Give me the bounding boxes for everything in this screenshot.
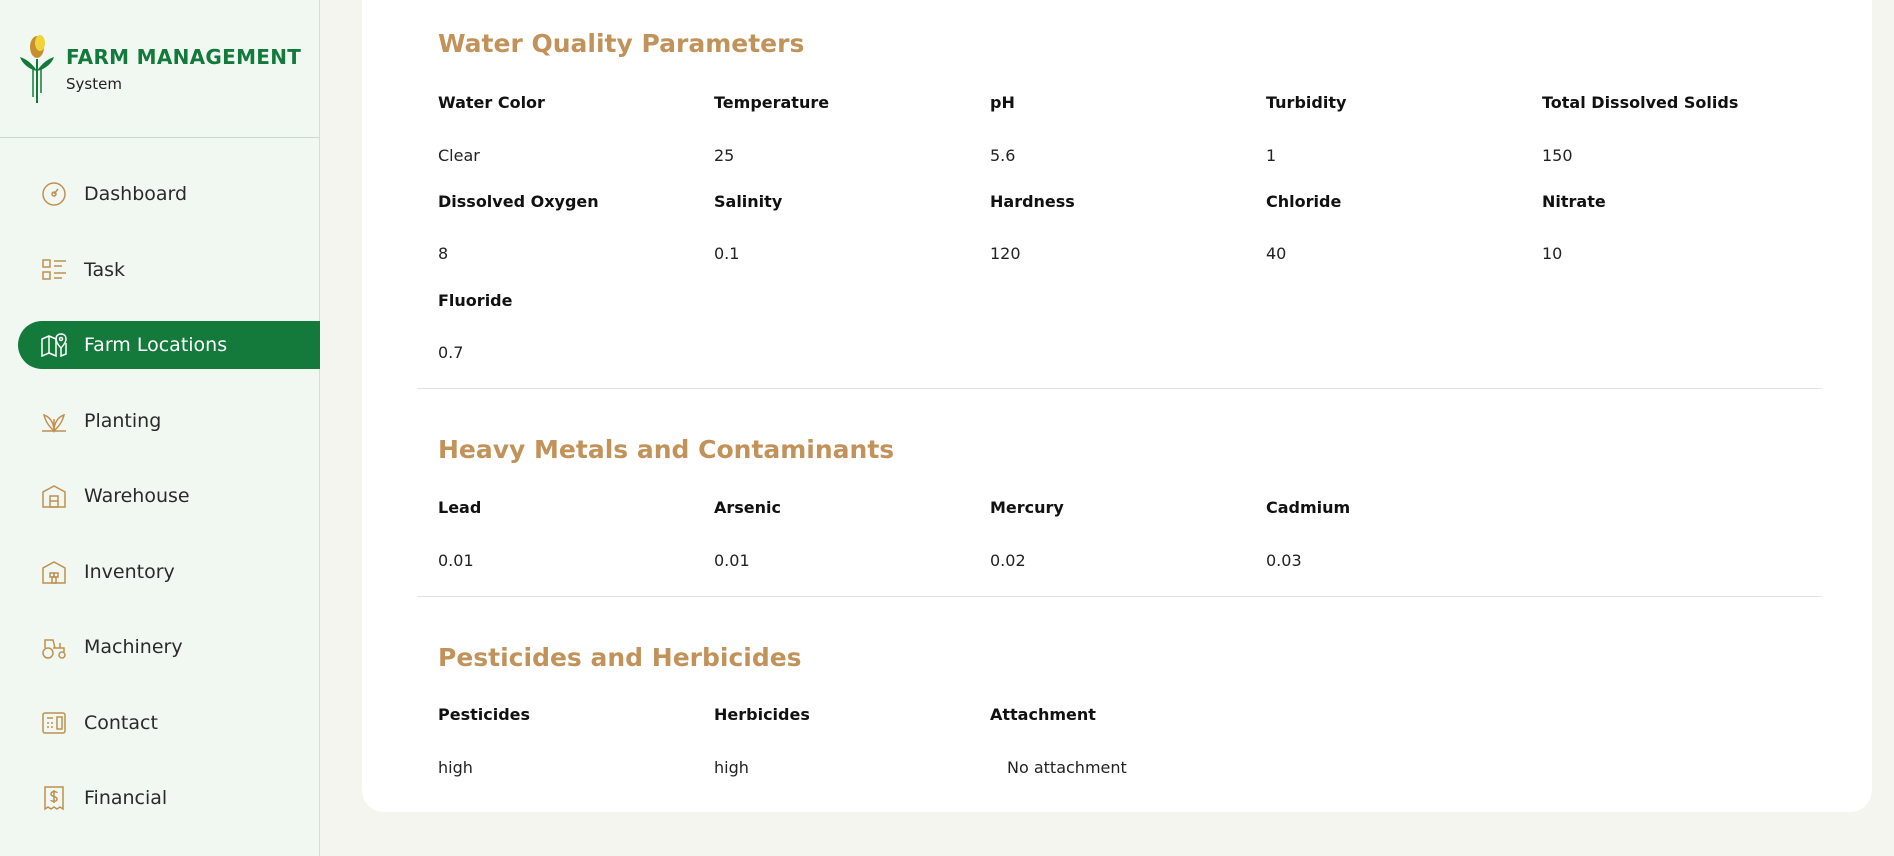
field-value: 8 [438,244,449,263]
sidebar-item-label: Inventory [84,560,175,583]
receipt-dollar-icon [40,784,68,812]
sidebar-item-label: Machinery [84,636,183,658]
field-label: Total Dissolved Solids [1542,93,1739,112]
field-label: Herbicides [714,705,810,724]
field-chloride: Chloride 40 [1266,192,1536,263]
contact-icon [40,709,68,737]
field-label: Dissolved Oxygen [438,192,599,211]
field-label: Hardness [990,192,1075,211]
sidebar-item-financial[interactable]: Financial [18,774,320,822]
field-water-color: Water Color Clear [438,93,708,165]
field-lead: Lead 0.01 [438,498,708,570]
sidebar-item-machinery[interactable]: Machinery [18,623,320,671]
field-value: 0.01 [714,551,750,570]
sidebar-item-label: Contact [84,711,158,734]
brand-subtitle: System [66,74,122,93]
field-label: Attachment [990,705,1096,724]
field-label: Water Color [438,93,545,112]
field-value: Clear [438,146,480,165]
field-label: Lead [438,498,482,517]
field-hardness: Hardness 120 [990,192,1260,263]
sidebar-item-contact[interactable]: Contact [18,699,320,747]
field-label: Mercury [990,498,1064,517]
attachment-value: No attachment [1007,758,1127,777]
field-label: Turbidity [1266,93,1347,112]
sidebar-nav: Dashboard Task Farm Locations Planting W… [18,170,320,850]
field-turbidity: Turbidity 1 [1266,93,1536,165]
field-label: Salinity [714,192,783,211]
task-list-icon [40,256,68,284]
field-label: Cadmium [1266,498,1351,517]
field-attachment: Attachment No attachment [990,705,1260,777]
field-label: Fluoride [438,291,513,310]
sidebar-item-label: Task [84,258,126,281]
field-total-dissolved-solids: Total Dissolved Solids 150 [1542,93,1812,165]
field-label: Nitrate [1542,192,1606,211]
sidebar-item-farm-locations[interactable]: Farm Locations [18,321,320,369]
field-herbicides: Herbicides high [714,705,984,777]
sidebar-item-dashboard[interactable]: Dashboard [18,170,320,218]
field-dissolved-oxygen: Dissolved Oxygen 8 [438,192,708,263]
field-value: 25 [714,146,735,165]
sprout-icon [40,407,68,435]
water-quality-title: Water Quality Parameters [438,29,805,58]
field-mercury: Mercury 0.02 [990,498,1260,570]
field-cadmium: Cadmium 0.03 [1266,498,1536,570]
gauge-icon [40,180,68,208]
field-label: Pesticides [438,705,531,724]
field-fluoride: Fluoride 0.7 [438,291,708,362]
section-divider [417,388,1822,389]
warehouse-icon [40,482,68,510]
field-value: 120 [990,244,1021,263]
field-value: 0.7 [438,343,464,362]
sidebar-item-planting[interactable]: Planting [18,397,320,445]
sidebar-item-task[interactable]: Task [18,246,320,294]
pesticides-title: Pesticides and Herbicides [438,643,802,672]
field-value: 5.6 [990,146,1016,165]
field-value: 0.02 [990,551,1026,570]
brand-title: FARM MANAGEMENT [66,44,302,69]
sidebar: FARM MANAGEMENT System Dashboard Task Fa… [0,0,320,856]
field-value: 0.01 [438,551,474,570]
field-pesticides: Pesticides high [438,705,708,777]
farm-logo-icon [20,34,54,103]
tractor-icon [40,633,68,661]
field-value: high [714,758,749,777]
field-label: Arsenic [714,498,782,517]
inventory-icon [40,558,68,586]
brand: FARM MANAGEMENT System [0,0,319,138]
sidebar-item-label: Warehouse [84,485,190,507]
field-arsenic: Arsenic 0.01 [714,498,984,570]
field-value: 0.1 [714,244,740,263]
map-pin-icon [40,331,68,359]
field-value: 1 [1266,146,1277,165]
field-label: Temperature [714,93,830,112]
details-card: Water Quality Parameters Water Color Cle… [362,0,1872,812]
sidebar-item-label: Financial [84,787,168,809]
sidebar-item-label: Farm Locations [84,334,228,356]
field-value: 150 [1542,146,1573,165]
heavy-metals-title: Heavy Metals and Contaminants [438,435,895,464]
field-value: high [438,758,473,777]
field-nitrate: Nitrate 10 [1542,192,1812,263]
section-divider [417,596,1822,597]
field-ph: pH 5.6 [990,93,1260,165]
sidebar-item-inventory[interactable]: Inventory [18,548,320,596]
field-value: 10 [1542,244,1563,263]
sidebar-item-label: Planting [84,409,162,432]
field-value: 0.03 [1266,551,1302,570]
sidebar-item-warehouse[interactable]: Warehouse [18,472,320,520]
sidebar-item-label: Dashboard [84,183,188,205]
field-label: Chloride [1266,192,1342,211]
field-temperature: Temperature 25 [714,93,984,165]
field-value: 40 [1266,244,1287,263]
field-salinity: Salinity 0.1 [714,192,984,263]
field-label: pH [990,93,1015,112]
